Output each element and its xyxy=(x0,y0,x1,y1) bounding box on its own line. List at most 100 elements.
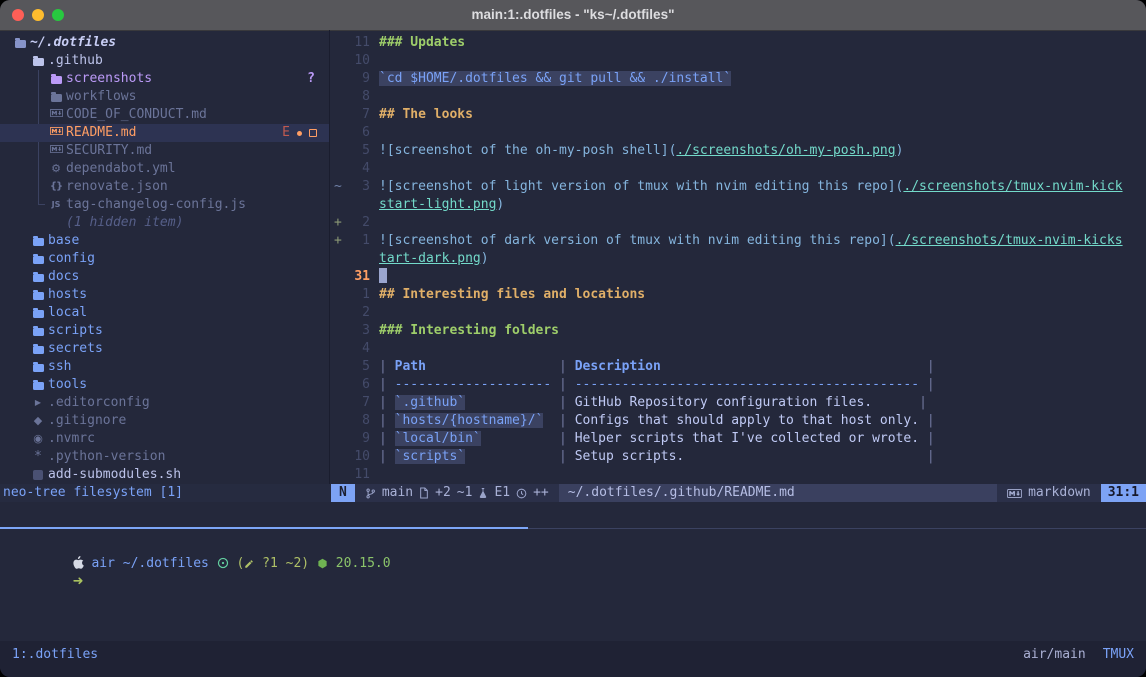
tree-item-editorconfig[interactable]: ▶.editorconfig xyxy=(0,394,329,412)
tree-item-security-md[interactable]: SECURITY.md xyxy=(0,142,329,160)
folder-icon xyxy=(30,322,46,340)
tree-item-github[interactable]: .github xyxy=(0,52,329,70)
git-sign-column xyxy=(331,412,346,430)
prompt-arrow-icon: ➜ xyxy=(73,574,84,589)
shell-pane[interactable]: air ~/.dotfiles ( ?1 ~2) 20.15.0 ➜ xyxy=(0,530,1146,641)
tree-item-workflows[interactable]: workflows xyxy=(0,88,329,106)
editor-pane[interactable]: 11### Updates 10 9`cd $HOME/.dotfiles &&… xyxy=(331,30,1146,484)
text-segment: GitHub Repository configuration files. xyxy=(575,395,872,410)
tree-item-tag-changelog-config-js[interactable]: JStag-changelog-config.js xyxy=(0,196,329,214)
editor-line: 1## Interesting files and locations xyxy=(331,286,1146,304)
text-segment: ### Updates xyxy=(379,35,465,50)
tree-item-label: README.md xyxy=(66,125,136,140)
tree-item-tools[interactable]: tools xyxy=(0,376,329,394)
tree-item-add-submodules-sh[interactable]: add-submodules.sh xyxy=(0,466,329,484)
tree-item-ssh[interactable]: ssh xyxy=(0,358,329,376)
pending-changes: ++ xyxy=(533,484,549,502)
editor-line: 10 xyxy=(331,52,1146,70)
fullscreen-button[interactable] xyxy=(52,9,64,21)
text-segment xyxy=(465,395,551,410)
tree-item-scripts[interactable]: scripts xyxy=(0,322,329,340)
tree-item-label: local xyxy=(48,305,87,320)
tree-item-hosts[interactable]: hosts xyxy=(0,286,329,304)
line-number: 2 xyxy=(346,304,370,322)
text-segment: `cd $HOME/.dotfiles && git pull && ./ins… xyxy=(379,71,731,86)
tmux-pane-border-active[interactable] xyxy=(0,527,528,529)
editor-line: 4 xyxy=(331,340,1146,358)
line-number: 10 xyxy=(346,448,370,466)
tree-item-dependabot-yml[interactable]: ⚙dependabot.yml xyxy=(0,160,329,178)
tree-item-dotfiles[interactable]: ~/.dotfiles xyxy=(0,34,329,52)
tmux-pane-border-inactive[interactable] xyxy=(528,528,1146,529)
text-segment: ./screenshots/tmux-nvim-kicks xyxy=(896,233,1123,248)
text-segment xyxy=(661,359,919,374)
tree-item-label: tag-changelog-config.js xyxy=(66,197,246,212)
file-path: ~/.dotfiles/.github/README.md xyxy=(559,484,997,502)
git-untracked-badge: ? xyxy=(307,70,315,88)
tmux-mode-label: TMUX xyxy=(1103,646,1134,677)
tree-item-code-of-conduct-md[interactable]: CODE_OF_CONDUCT.md xyxy=(0,106,329,124)
tree-item-gitignore[interactable]: ◆.gitignore xyxy=(0,412,329,430)
tree-item-screenshots[interactable]: screenshots? xyxy=(0,70,329,88)
tree-item-label: .nvmrc xyxy=(48,431,95,446)
statusline-right: markdown xyxy=(997,484,1101,502)
text-segment: | xyxy=(551,413,574,428)
shell-input-line[interactable]: ➜ xyxy=(10,555,1146,573)
tree-item-label: config xyxy=(48,251,95,266)
tree-item-nvmrc[interactable]: ◉.nvmrc xyxy=(0,430,329,448)
folder-icon xyxy=(30,304,46,322)
line-number: 3 xyxy=(346,322,370,340)
error-count: E1 xyxy=(494,484,510,502)
neo-tree-statusline: neo-tree filesystem [1] xyxy=(0,484,331,502)
editor-line: +2 xyxy=(331,214,1146,232)
text-segment: ### Interesting folders xyxy=(379,323,559,338)
tree-item-config[interactable]: config xyxy=(0,250,329,268)
git-sign-column xyxy=(331,466,346,484)
git-sign-column xyxy=(331,430,346,448)
tree-item-label: dependabot.yml xyxy=(66,161,176,176)
tree-item-secrets[interactable]: secrets xyxy=(0,340,329,358)
mode-indicator: N xyxy=(331,484,355,502)
text-segment: ![screenshot of the oh-my-posh shell]( xyxy=(379,143,676,158)
diff-added: +2 xyxy=(435,484,451,502)
text-segment: `local/bin` xyxy=(395,431,481,446)
folder-icon xyxy=(30,268,46,286)
tree-item-python-version[interactable]: *.python-version xyxy=(0,448,329,466)
text-segment: tart-dark.png xyxy=(379,251,481,266)
close-button[interactable] xyxy=(12,9,24,21)
error-mark: E xyxy=(282,124,290,142)
tree-item-base[interactable]: base xyxy=(0,232,329,250)
text-segment: ## The looks xyxy=(379,107,473,122)
tree-item-label: SECURITY.md xyxy=(66,143,152,158)
git-sign-column xyxy=(331,340,346,358)
editorconfig-icon: ▶ xyxy=(30,394,46,412)
tree-item-1-hidden-item[interactable]: (1 hidden item) xyxy=(0,214,329,232)
tree-item-label: .github xyxy=(48,53,103,68)
editor-line: 7## The looks xyxy=(331,106,1146,124)
git-sign-column: ~ xyxy=(331,178,346,196)
line-number: 1 xyxy=(346,232,370,250)
branch-name: main xyxy=(382,484,413,502)
tree-item-local[interactable]: local xyxy=(0,304,329,322)
line-number: 31 xyxy=(346,268,370,286)
editor-line: 8 xyxy=(331,88,1146,106)
text-segment: | xyxy=(919,377,935,392)
git-sign-column xyxy=(331,142,346,160)
text-segment: `scripts` xyxy=(395,449,465,464)
editor-line: 5![screenshot of the oh-my-posh shell](.… xyxy=(331,142,1146,160)
text-segment: | xyxy=(379,377,395,392)
tree-item-renovate-json[interactable]: {}renovate.json xyxy=(0,178,329,196)
tmux-session-name: air/main xyxy=(1023,646,1086,677)
tmux-statusbar: 1:.dotfiles air/main TMUX xyxy=(0,641,1146,677)
text-segment: -------------------- xyxy=(395,377,552,392)
minimize-button[interactable] xyxy=(32,9,44,21)
tree-item-readme-md[interactable]: README.md E xyxy=(0,124,329,142)
tmux-window-label[interactable]: 1:.dotfiles xyxy=(12,646,98,677)
git-sign-column xyxy=(331,196,346,214)
editor-line: 5| Path | Description | xyxy=(331,358,1146,376)
editor-line: 3 ### Interesting folders xyxy=(331,322,1146,340)
tree-item-docs[interactable]: docs xyxy=(0,268,329,286)
json-braces-icon: {} xyxy=(48,178,64,196)
neo-tree-panel: ~/.dotfiles.github screenshots?workflowsC… xyxy=(0,30,330,484)
file-diff-icon xyxy=(419,487,429,499)
